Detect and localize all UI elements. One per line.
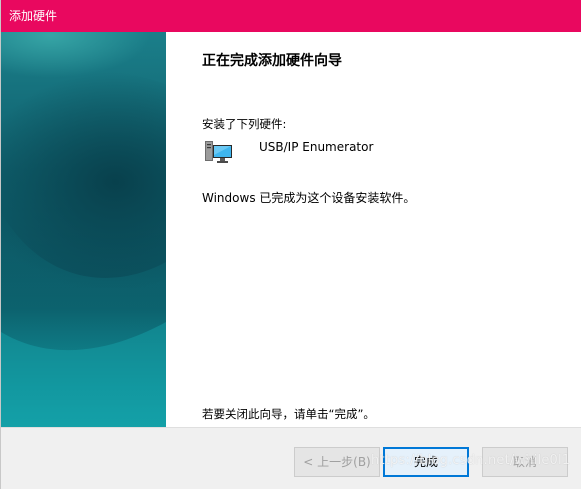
completion-message: Windows 已完成为这个设备安装软件。 — [202, 191, 416, 205]
back-button[interactable]: < 上一步(B) — [294, 447, 380, 477]
close-instruction: 若要关闭此向导，请单击“完成”。 — [202, 407, 375, 421]
wizard-content: 正在完成添加硬件向导 安装了下列硬件: USB/IP Enumerator Wi… — [166, 32, 581, 427]
page-title: 正在完成添加硬件向导 — [202, 53, 342, 69]
watermark: https://blog.csdn.net/while0l1 — [371, 453, 571, 468]
device-name: USB/IP Enumerator — [259, 140, 374, 154]
add-hardware-wizard-window: 添加硬件 正在完成添加硬件向导 安装了下列硬件: USB/IP Enumerat… — [0, 0, 581, 489]
installed-hardware-label: 安装了下列硬件: — [202, 117, 287, 131]
window-title: 添加硬件 — [9, 9, 58, 23]
computer-monitor-icon — [205, 141, 232, 163]
wizard-side-banner — [1, 32, 166, 427]
banner-graphic — [1, 32, 166, 427]
title-bar[interactable]: 添加硬件 — [1, 0, 581, 32]
